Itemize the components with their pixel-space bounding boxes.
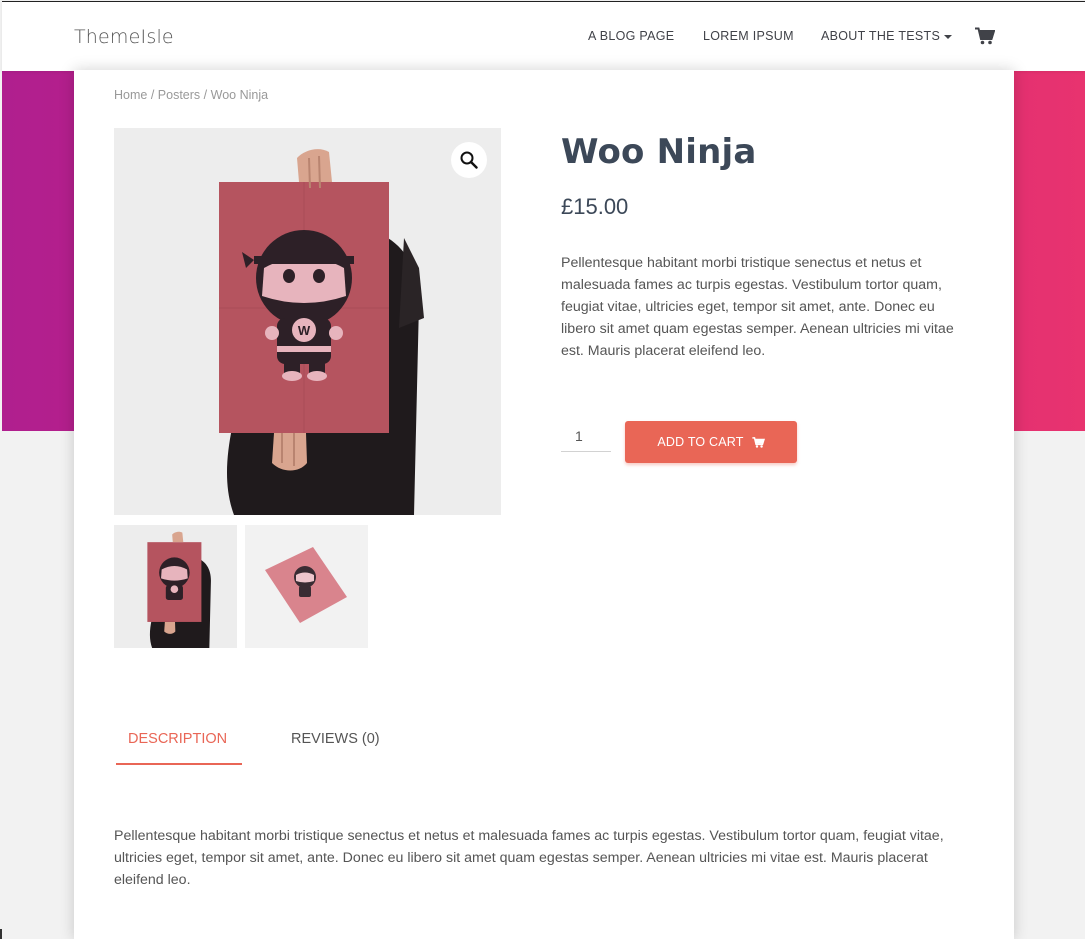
ninja-poster-thumbnail [114, 525, 237, 648]
product-short-description: Pellentesque habitant morbi tristique se… [561, 255, 954, 359]
breadcrumb-home[interactable]: Home [114, 88, 147, 102]
product-description: Pellentesque habitant morbi tristique se… [114, 828, 944, 888]
tab-reviews[interactable]: REVIEWS (0) [291, 731, 380, 747]
magnifier-icon [460, 151, 478, 169]
ninja-poster-flat-thumbnail [245, 525, 368, 648]
product-price: £15.00 [561, 194, 629, 219]
nav-item-lorem-ipsum[interactable]: LOREM IPSUM [703, 29, 794, 43]
product-card: Home / Posters / Woo Ninja W Woo Ninja £… [74, 70, 1014, 939]
nav-item-about-tests[interactable]: ABOUT THE TESTS [821, 29, 953, 43]
window-edge [0, 929, 2, 939]
breadcrumb: Home / Posters / Woo Ninja [114, 88, 268, 102]
active-tab-indicator [116, 763, 242, 765]
shopping-cart-icon[interactable] [975, 27, 995, 45]
nav-item-about-tests-label: ABOUT THE TESTS [821, 29, 941, 43]
site-brand[interactable]: ThemeIsle [74, 26, 174, 48]
add-to-cart-label: ADD TO CART [657, 435, 744, 449]
breadcrumb-category[interactable]: Posters [158, 88, 200, 102]
nav-item-blog-page[interactable]: A BLOG PAGE [588, 29, 674, 43]
zoom-button[interactable] [451, 142, 487, 178]
shopping-cart-icon [752, 436, 765, 448]
tab-description[interactable]: DESCRIPTION [128, 731, 227, 747]
navbar: ThemeIsle A BLOG PAGE LOREM IPSUM ABOUT … [2, 1, 1085, 71]
product-thumbnail-2[interactable] [245, 525, 368, 648]
breadcrumb-separator: / [150, 88, 155, 102]
add-to-cart-button[interactable]: ADD TO CART [625, 421, 797, 463]
poster-letter: W [298, 323, 311, 338]
breadcrumb-separator: / [203, 88, 208, 102]
product-thumbnail-1[interactable] [114, 525, 237, 648]
quantity-input[interactable] [561, 421, 611, 452]
ninja-poster-illustration: W [114, 128, 501, 515]
product-main-image[interactable]: W [114, 128, 501, 515]
product-title: Woo Ninja [561, 132, 757, 172]
breadcrumb-current: Woo Ninja [210, 88, 269, 102]
caret-down-icon [944, 34, 953, 39]
